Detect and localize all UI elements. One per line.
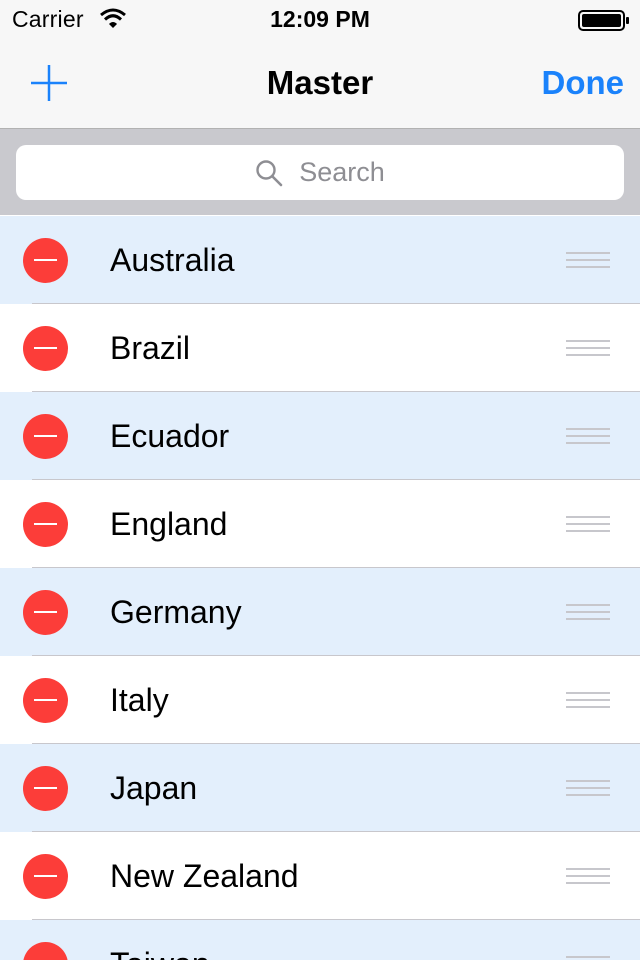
status-time: 12:09 PM [270,6,370,32]
list-item[interactable]: Japan [0,744,640,832]
reorder-handle-icon[interactable] [566,956,610,960]
screen: Carrier 12:09 PM Master Done Search Aust… [0,0,640,960]
list-item[interactable]: Taiwan [0,920,640,960]
reorder-handle-icon[interactable] [566,780,610,796]
list-item-label: New Zealand [110,858,299,894]
battery-full-icon [578,10,629,31]
list-item-label: Taiwan [110,946,210,960]
status-bar: Carrier 12:09 PM [0,0,640,40]
reorder-handle-icon[interactable] [566,516,610,532]
plus-icon [31,65,67,101]
list-item-label: England [110,506,228,542]
list-item-label: Australia [110,242,235,278]
list-item[interactable]: Ecuador [0,392,640,480]
list-item-label: Brazil [110,330,191,366]
list-item[interactable]: Australia [0,216,640,304]
search-bar: Search [0,129,640,215]
list-item[interactable]: Italy [0,656,640,744]
search-placeholder: Search [299,157,385,187]
delete-icon[interactable] [23,942,68,960]
reorder-handle-icon[interactable] [566,252,610,268]
navigation-bar: Master Done [0,40,640,128]
delete-icon[interactable] [23,502,68,547]
list-item-label: Ecuador [110,418,230,454]
delete-icon[interactable] [23,326,68,371]
reorder-handle-icon[interactable] [566,340,610,356]
reorder-handle-icon[interactable] [566,604,610,620]
country-list: Australia Brazil Ecuador England Germany… [0,216,640,960]
list-item-label: Italy [110,682,169,718]
delete-icon[interactable] [23,678,68,723]
list-item[interactable]: New Zealand [0,832,640,920]
done-button[interactable]: Done [542,64,625,102]
list-item[interactable]: Brazil [0,304,640,392]
list-item[interactable]: England [0,480,640,568]
search-input[interactable]: Search [16,145,624,200]
reorder-handle-icon[interactable] [566,868,610,884]
search-icon [256,159,283,186]
delete-icon[interactable] [23,590,68,635]
reorder-handle-icon[interactable] [566,428,610,444]
list-item-label: Japan [110,770,198,806]
list-item[interactable]: Germany [0,568,640,656]
delete-icon[interactable] [23,414,68,459]
top-chrome: Carrier 12:09 PM Master Done [0,0,640,129]
delete-icon[interactable] [23,238,68,283]
delete-icon[interactable] [23,854,68,899]
reorder-handle-icon[interactable] [566,692,610,708]
list-item-label: Germany [110,594,242,630]
delete-icon[interactable] [23,766,68,811]
add-button[interactable] [24,58,74,108]
